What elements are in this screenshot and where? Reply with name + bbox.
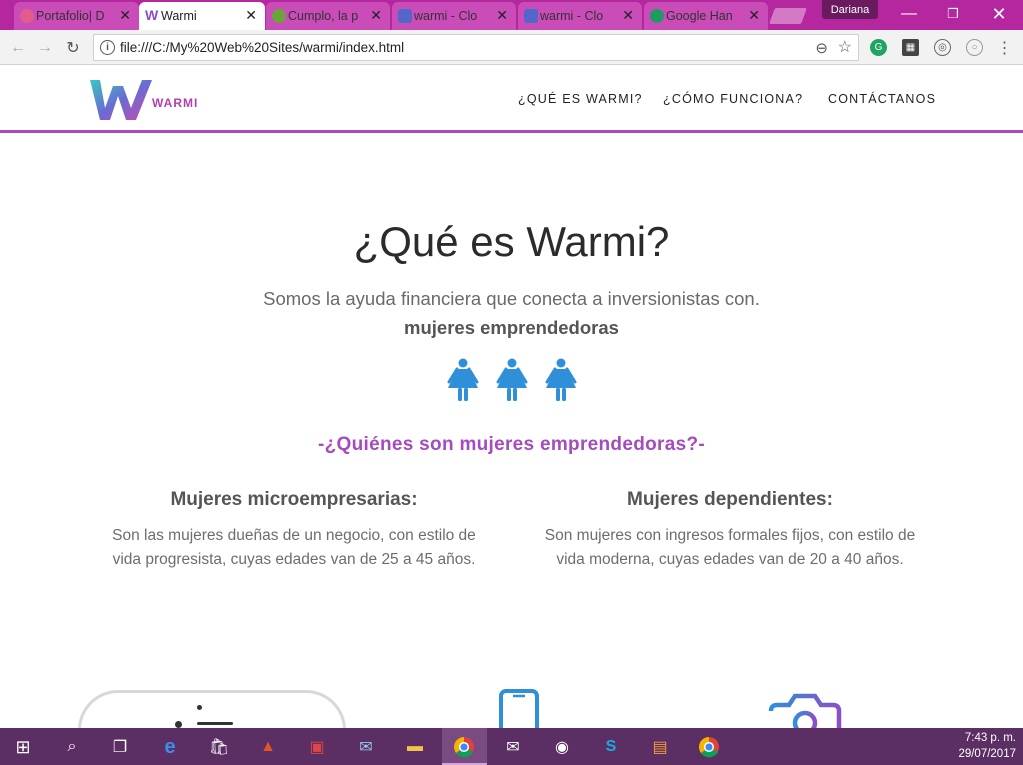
phone-sensor-dot [175, 721, 182, 728]
warmi-favicon-icon: W [145, 7, 159, 23]
grammarly-icon[interactable]: G [870, 39, 887, 56]
close-icon[interactable]: ✕ [748, 7, 760, 24]
minimize-icon[interactable]: — [886, 0, 932, 28]
menu-icon[interactable]: ⋮ [996, 39, 1013, 57]
tab-cumplo[interactable]: Cumplo, la p ✕ [266, 2, 390, 30]
info-icon[interactable]: i [100, 40, 115, 55]
extension-circle-icon[interactable]: ○ [966, 39, 983, 56]
nav-contactanos[interactable]: CONTÁCTANOS [828, 92, 936, 106]
sublime-text-icon[interactable]: ▤ [647, 734, 673, 760]
mail-icon[interactable]: ✉ [500, 734, 526, 760]
restore-icon[interactable]: ❐ [930, 0, 976, 28]
hero-highlight: mujeres emprendedoras [404, 317, 619, 338]
tab-label: Portafolio| D [36, 9, 105, 23]
close-icon[interactable]: ✕ [496, 7, 508, 24]
woman-icon [447, 358, 479, 401]
column-text-microempresarias: Son las mujeres dueñas de un negocio, co… [74, 524, 514, 572]
back-arrow-icon[interactable]: ← [7, 37, 29, 59]
file-explorer-icon[interactable]: ▬ [402, 734, 428, 760]
close-icon[interactable]: ✕ [370, 7, 382, 24]
reader-icon[interactable]: ▣ [304, 734, 330, 760]
section-title: -¿Quiénes son mujeres emprendedoras?- [318, 434, 705, 455]
column-text-line: Son las mujeres dueñas de un negocio, co… [112, 527, 476, 544]
logo-text: WARMI [152, 96, 199, 110]
forward-arrow-icon[interactable]: → [34, 37, 56, 59]
tab-favicon-icon [524, 9, 538, 23]
edge-browser-icon[interactable]: e [157, 734, 183, 760]
tab-google-hangouts[interactable]: Google Han ✕ [644, 2, 768, 30]
search-icon[interactable]: ⌕ [59, 734, 85, 760]
close-icon[interactable]: ✕ [622, 7, 634, 24]
tab-portafolio[interactable]: Portafolio| D ✕ [14, 2, 139, 30]
chrome-icon-2[interactable] [696, 734, 722, 760]
tab-label: warmi - Clo [540, 9, 604, 23]
site-header: WARMI ¿QUÉ ES WARMI? ¿CÓMO FUNCIONA? CON… [0, 66, 1023, 133]
new-tab-button[interactable] [769, 8, 807, 24]
nav-que-es-warmi[interactable]: ¿QUÉ ES WARMI? [518, 92, 643, 106]
skype-icon[interactable]: S [598, 734, 624, 760]
hero-lead: Somos la ayuda financiera que conecta a … [263, 288, 760, 309]
column-text-line: vida progresista, cuyas edades van de 25… [112, 551, 476, 568]
app-bird-icon[interactable]: ▲ [255, 734, 281, 760]
tab-favicon-icon [20, 9, 34, 23]
camera-icon [768, 693, 842, 731]
column-title-microempresarias: Mujeres microempresarias: [170, 489, 418, 510]
store-icon[interactable]: 🛍 [206, 734, 232, 760]
bookmark-star-icon[interactable]: ☆ [838, 37, 852, 57]
windows-start-icon[interactable]: ⊞ [10, 734, 36, 760]
page-title: ¿Qué es Warmi? [353, 218, 670, 265]
extension-swirl-icon[interactable]: ◎ [934, 39, 951, 56]
steam-icon[interactable]: ◉ [549, 734, 575, 760]
woman-icon [545, 358, 577, 401]
column-text-dependientes: Son mujeres con ingresos formales fijos,… [510, 524, 950, 572]
tab-label: warmi - Clo [414, 9, 478, 23]
close-window-icon[interactable]: ✕ [976, 0, 1022, 28]
nav-como-funciona[interactable]: ¿CÓMO FUNCIONA? [663, 92, 803, 106]
windows-taskbar: ⊞ ⌕ ❐ e 🛍 ▲ ▣ ✉ ▬ ✉ ◉ S ▤ 7:43 p. m. 29/… [0, 728, 1023, 765]
tab-label: Cumplo, la p [288, 9, 358, 23]
phone-camera-dot [197, 705, 202, 710]
tab-favicon-icon [398, 9, 412, 23]
tab-favicon-icon [650, 9, 664, 23]
column-text-line: vida moderna, cuyas edades van de 20 a 4… [556, 551, 904, 568]
tab-label: Google Han [666, 9, 733, 23]
women-icons [446, 358, 580, 402]
profile-badge[interactable]: Dariana [822, 0, 878, 19]
tab-warmi[interactable]: W Warmi ✕ [139, 2, 265, 30]
film-icon[interactable]: ▦ [902, 39, 919, 56]
tab-label: Warmi [161, 9, 197, 23]
address-bar[interactable]: i file:///C:/My%20Web%20Sites/warmi/inde… [93, 34, 859, 61]
zoom-icon[interactable]: ⊖ [815, 39, 828, 57]
column-text-line: Son mujeres con ingresos formales fijos,… [544, 527, 916, 544]
thunderbird-icon[interactable]: ✉ [353, 734, 379, 760]
chrome-icon[interactable] [451, 734, 477, 760]
close-icon[interactable]: ✕ [119, 7, 131, 24]
tab-favicon-icon [272, 9, 286, 23]
tab-warmi-cloud-2[interactable]: warmi - Clo ✕ [518, 2, 642, 30]
browser-toolbar: ← → ↻ i file:///C:/My%20Web%20Sites/warm… [0, 30, 1023, 65]
clock-date[interactable]: 29/07/2017 [946, 748, 1016, 760]
column-title-dependientes: Mujeres dependientes: [627, 489, 833, 510]
phone-speaker [197, 722, 233, 725]
task-view-icon[interactable]: ❐ [107, 734, 133, 760]
woman-icon [496, 358, 528, 401]
browser-tabstrip: Portafolio| D ✕ W Warmi ✕ Cumplo, la p ✕… [0, 0, 1023, 30]
close-icon[interactable]: ✕ [245, 7, 257, 24]
clock-time[interactable]: 7:43 p. m. [946, 732, 1016, 744]
url-text[interactable]: file:///C:/My%20Web%20Sites/warmi/index.… [120, 40, 404, 55]
reload-icon[interactable]: ↻ [62, 37, 84, 59]
tab-warmi-cloud-1[interactable]: warmi - Clo ✕ [392, 2, 516, 30]
